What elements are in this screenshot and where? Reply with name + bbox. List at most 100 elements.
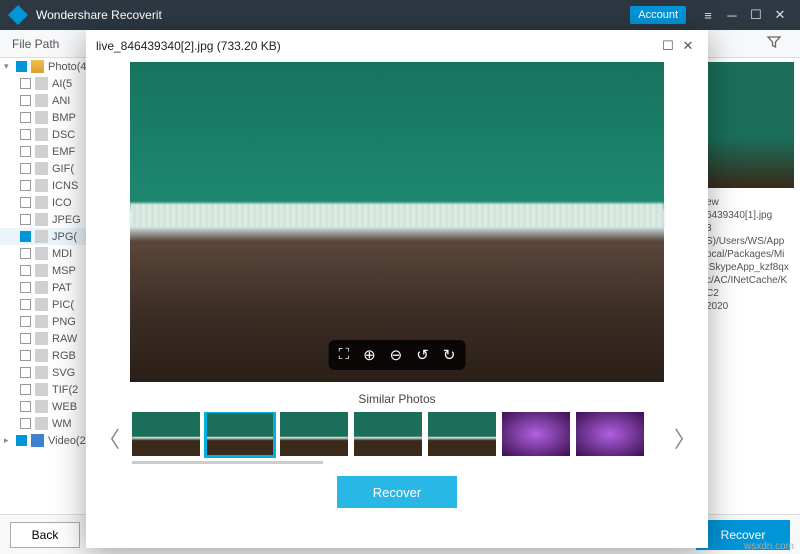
checkbox[interactable] [20,214,31,225]
details-preview: ew [706,196,796,209]
details-field: 3 [706,222,796,235]
checkbox[interactable] [20,163,31,174]
checkbox[interactable] [20,78,31,89]
thumbnail[interactable] [576,412,644,456]
sidebar-item[interactable]: WM [0,415,99,432]
thumbnail[interactable] [502,412,570,456]
sidebar-item-label: MDI [52,248,72,260]
checkbox[interactable] [20,95,31,106]
sidebar-item[interactable]: EMF [0,143,99,160]
sidebar-item[interactable]: PIC( [0,296,99,313]
checkbox[interactable] [20,248,31,259]
file-type-icon [35,230,48,243]
sidebar-item-label: JPEG [52,214,81,226]
checkbox[interactable] [20,384,31,395]
thumbnail[interactable] [132,412,200,456]
sidebar-item-label: MSP [52,265,76,277]
checkbox[interactable] [20,129,31,140]
sidebar-item[interactable]: WEB [0,398,99,415]
sidebar-item-label: RAW [52,333,77,345]
menu-icon[interactable]: ≡ [696,3,720,27]
thumbnail[interactable] [428,412,496,456]
checkbox[interactable] [20,350,31,361]
sidebar-item[interactable]: MDI [0,245,99,262]
checkbox[interactable] [20,367,31,378]
checkbox[interactable] [20,282,31,293]
chevron-down-icon[interactable]: ▾ [4,61,12,72]
checkbox[interactable] [20,418,31,429]
sidebar-item[interactable]: SVG [0,364,99,381]
checkbox[interactable] [20,180,31,191]
checkbox[interactable] [20,231,31,242]
filter-icon[interactable] [766,34,788,53]
thumbnail-selected[interactable] [206,412,274,456]
sidebar-item-label: SVG [52,367,75,379]
preview-image: ⛶ ⊕ ⊖ ↺ ↻ [130,62,664,382]
image-controls: ⛶ ⊕ ⊖ ↺ ↻ [329,340,466,370]
modal-maximize-icon[interactable]: ☐ [658,36,678,56]
modal-recover-button[interactable]: Recover [337,476,457,508]
checkbox[interactable] [16,61,27,72]
back-button[interactable]: Back [10,522,80,548]
account-button[interactable]: Account [630,6,686,24]
sidebar-item[interactable]: ANI [0,92,99,109]
sidebar-root-video[interactable]: ▸ Video(2 [0,432,99,449]
maximize-icon[interactable]: ☐ [744,3,768,27]
checkbox[interactable] [20,112,31,123]
sidebar-item[interactable]: PNG [0,313,99,330]
thumbnail[interactable] [354,412,422,456]
sidebar-item[interactable]: DSC [0,126,99,143]
video-icon [31,434,44,447]
checkbox[interactable] [20,146,31,157]
checkbox[interactable] [20,316,31,327]
details-filename: 6439340[1].jpg [706,209,796,222]
carousel-next-icon[interactable]: 〉 [670,422,700,454]
sidebar-item[interactable]: JPEG [0,211,99,228]
zoom-out-icon[interactable]: ⊖ [390,346,403,364]
sidebar: ▾ Photo(4 AI(5 ANI BMP DSCEMF GIF( ICNSICO JPE… [0,58,100,514]
close-icon[interactable]: ✕ [768,3,792,27]
details-path-line: ocal/Packages/Mi [706,248,796,261]
watermark: wsxdn.com [744,541,794,552]
checkbox[interactable] [20,401,31,412]
sidebar-item[interactable]: TIF(2 [0,381,99,398]
rotate-left-icon[interactable]: ↺ [416,346,429,364]
details-path-line: .SkypeApp_kzf8qx [706,261,796,274]
thumbnail-scrollbar[interactable] [132,461,323,464]
sidebar-item[interactable]: BMP [0,109,99,126]
preview-modal: live_846439340[2].jpg (733.20 KB) ☐ ✕ ⛶ … [86,30,708,548]
thumbnail[interactable] [280,412,348,456]
sidebar-item-label: BMP [52,112,76,124]
checkbox[interactable] [20,197,31,208]
checkbox[interactable] [20,333,31,344]
checkbox[interactable] [20,299,31,310]
sidebar-item[interactable]: RAW [0,330,99,347]
fit-screen-icon[interactable]: ⛶ [339,346,350,364]
sidebar-item[interactable]: JPG( [0,228,99,245]
chevron-right-icon[interactable]: ▸ [4,435,12,446]
sidebar-root-photo[interactable]: ▾ Photo(4 [0,58,99,75]
sidebar-item-label: ANI [52,95,70,107]
carousel-prev-icon[interactable]: 〈 [94,422,124,454]
minimize-icon[interactable]: ─ [720,3,744,27]
details-path-line: C2 [706,287,796,300]
details-panel: ew 6439340[1].jpg 3 S)/Users/WS/Appocal/… [702,58,800,514]
sidebar-item[interactable]: ICO [0,194,99,211]
sidebar-item[interactable]: PAT [0,279,99,296]
file-type-icon [35,128,48,141]
zoom-in-icon[interactable]: ⊕ [363,346,376,364]
checkbox[interactable] [16,435,27,446]
checkbox[interactable] [20,265,31,276]
file-type-icon [35,145,48,158]
modal-close-icon[interactable]: ✕ [678,36,698,56]
sidebar-item[interactable]: ICNS [0,177,99,194]
sidebar-item[interactable]: AI(5 [0,75,99,92]
sidebar-item-label: GIF( [52,163,74,175]
sidebar-item[interactable]: GIF( [0,160,99,177]
rotate-right-icon[interactable]: ↻ [443,346,456,364]
sidebar-item-label: WM [52,418,72,430]
file-type-icon [35,264,48,277]
sidebar-item-label: WEB [52,401,77,413]
sidebar-item[interactable]: RGB [0,347,99,364]
sidebar-item[interactable]: MSP [0,262,99,279]
